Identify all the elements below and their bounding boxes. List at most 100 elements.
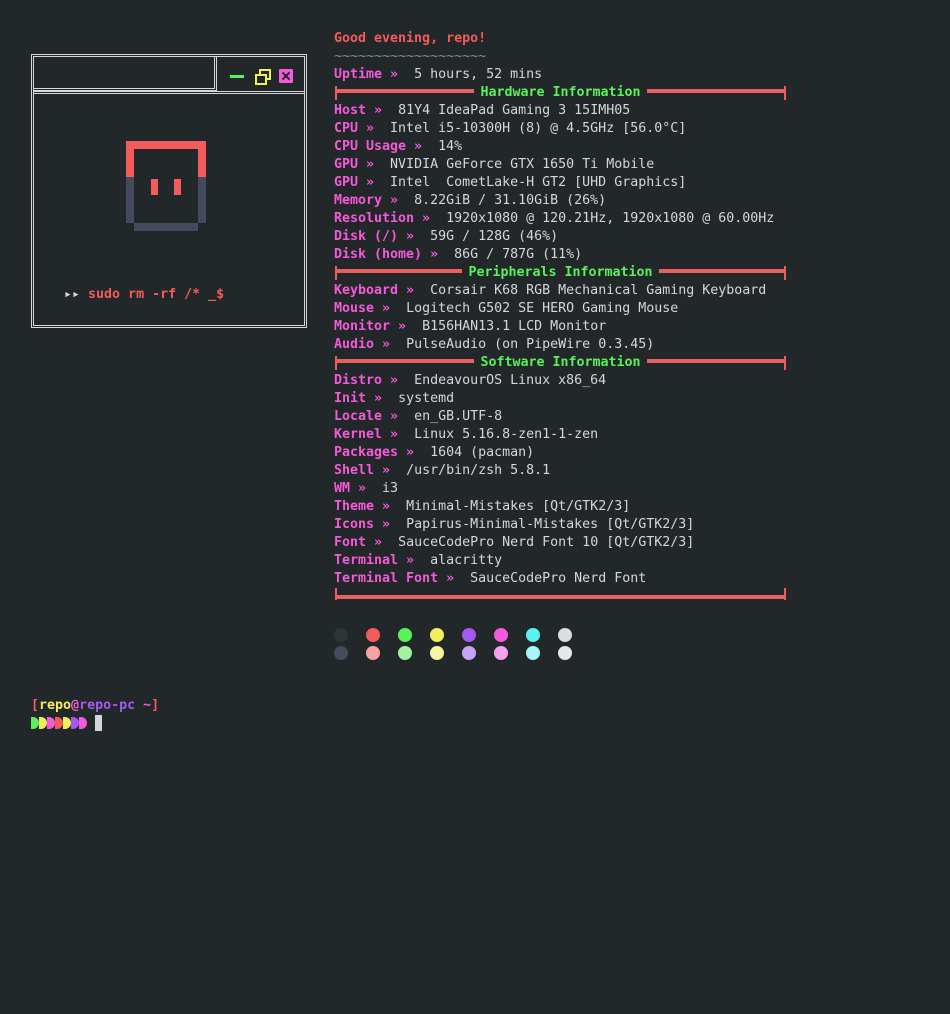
software-list: Distro » EndeavourOS Linux x86_64 Init » …: [334, 372, 794, 588]
section-header-hardware: Hardware Information: [334, 84, 787, 102]
info-value: 81Y4 IdeaPad Gaming 3 15IMH05: [398, 103, 631, 118]
info-row: Packages » 1604 (pacman): [334, 444, 794, 462]
palette-dot: [334, 628, 348, 642]
palette-dot: [430, 646, 444, 660]
info-row: GPU » Intel CometLake-H GT2 [UHD Graphic…: [334, 174, 794, 192]
info-row: Monitor » B156HAN13.1 LCD Monitor: [334, 318, 794, 336]
ghost-logo-icon: [126, 141, 206, 231]
prompt-chevron-icon: [31, 717, 39, 729]
palette-dot: [526, 646, 540, 660]
prompt-input-line[interactable]: [31, 714, 159, 732]
info-value: alacritty: [430, 553, 503, 568]
info-value: EndeavourOS Linux x86_64: [414, 373, 607, 388]
info-key: GPU »: [334, 157, 375, 172]
section-header-peripherals: Peripherals Information: [334, 264, 787, 282]
prompt-header: [repo@repo-pc ~]: [31, 698, 160, 713]
prompt-chevron-icon: [71, 717, 79, 729]
palette-dot: [494, 646, 508, 660]
palette-dot: [526, 628, 540, 642]
palette-dot: [494, 628, 508, 642]
prompt-chevron-icon: [63, 717, 71, 729]
maximize-icon: [255, 69, 271, 85]
greeting-divider: ~~~~~~~~~~~~~~~~~~~: [334, 49, 487, 64]
info-key: Font »: [334, 535, 383, 550]
info-row: Shell » /usr/bin/zsh 5.8.1: [334, 462, 794, 480]
info-value: 1920x1080 @ 120.21Hz, 1920x1080 @ 60.00H…: [446, 211, 775, 226]
info-value: SauceCodePro Nerd Font: [470, 571, 647, 586]
info-key: Mouse »: [334, 301, 391, 316]
info-row: Audio » PulseAudio (on PipeWire 0.3.45): [334, 336, 794, 354]
info-row: Theme » Minimal-Mistakes [Qt/GTK2/3]: [334, 498, 794, 516]
info-row: Font » SauceCodePro Nerd Font 10 [Qt/GTK…: [334, 534, 794, 552]
info-key: Disk (home) »: [334, 247, 439, 262]
palette-dot: [462, 646, 476, 660]
info-key: Shell »: [334, 463, 391, 478]
info-row: Keyboard » Corsair K68 RGB Mechanical Ga…: [334, 282, 794, 300]
info-key: Monitor »: [334, 319, 407, 334]
info-row: CPU » Intel i5-10300H (8) @ 4.5GHz [56.0…: [334, 120, 794, 138]
section-footer: [334, 588, 787, 606]
ascii-art-window: ▸▸ sudo rm -rf /* _$: [31, 54, 307, 328]
shell-prompt: [repo@repo-pc ~]: [31, 697, 159, 732]
greeting: Good evening, repo!: [334, 31, 487, 46]
info-value: 14%: [438, 139, 463, 154]
info-key: Terminal Font »: [334, 571, 455, 586]
peripherals-list: Keyboard » Corsair K68 RGB Mechanical Ga…: [334, 282, 794, 354]
info-value: Minimal-Mistakes [Qt/GTK2/3]: [406, 499, 631, 514]
info-row: Terminal Font » SauceCodePro Nerd Font: [334, 570, 794, 588]
info-value: en_GB.UTF-8: [414, 409, 503, 424]
palette-dot: [334, 646, 348, 660]
info-value: Intel CometLake-H GT2 [UHD Graphics]: [390, 175, 687, 190]
info-value: 86G / 787G (11%): [454, 247, 583, 262]
info-row: Disk (home) » 86G / 787G (11%): [334, 246, 794, 264]
info-row: Host » 81Y4 IdeaPad Gaming 3 15IMH05: [334, 102, 794, 120]
info-row: Kernel » Linux 5.16.8-zen1-1-zen: [334, 426, 794, 444]
info-key: CPU »: [334, 121, 375, 136]
palette-dot: [558, 628, 572, 642]
info-value: /usr/bin/zsh 5.8.1: [406, 463, 551, 478]
info-key: Kernel »: [334, 427, 399, 442]
info-value: Logitech G502 SE HERO Gaming Mouse: [406, 301, 679, 316]
info-key: Disk (/) »: [334, 229, 415, 244]
info-key: Init »: [334, 391, 383, 406]
hardware-list: Host » 81Y4 IdeaPad Gaming 3 15IMH05 CPU …: [334, 102, 794, 264]
palette-dot: [398, 646, 412, 660]
minimize-icon: [230, 69, 244, 83]
info-value: Papirus-Minimal-Mistakes [Qt/GTK2/3]: [406, 517, 695, 532]
info-value: 1604 (pacman): [430, 445, 535, 460]
palette-dot: [558, 646, 572, 660]
prompt-chevron-icon: [39, 717, 47, 729]
close-icon: [279, 69, 293, 83]
info-key: Terminal »: [334, 553, 415, 568]
info-row: Terminal » alacritty: [334, 552, 794, 570]
info-key: Icons »: [334, 517, 391, 532]
info-row: Memory » 8.22GiB / 31.10GiB (26%): [334, 192, 794, 210]
info-row: Resolution » 1920x1080 @ 120.21Hz, 1920x…: [334, 210, 794, 228]
prompt-chevron-icon: [79, 717, 87, 729]
info-key: Audio »: [334, 337, 391, 352]
info-row: Locale » en_GB.UTF-8: [334, 408, 794, 426]
info-value: Corsair K68 RGB Mechanical Gaming Keyboa…: [430, 283, 767, 298]
info-row: Mouse » Logitech G502 SE HERO Gaming Mou…: [334, 300, 794, 318]
info-value: SauceCodePro Nerd Font 10 [Qt/GTK2/3]: [398, 535, 695, 550]
terminal-cursor[interactable]: [95, 715, 102, 731]
prompt-chevron-icon: [55, 717, 63, 729]
info-row: Init » systemd: [334, 390, 794, 408]
info-row: GPU » NVIDIA GeForce GTX 1650 Ti Mobile: [334, 156, 794, 174]
art-command: ▸▸ sudo rm -rf /* _$: [64, 287, 225, 302]
system-info-panel: Good evening, repo! ~~~~~~~~~~~~~~~~~~~ …: [334, 30, 794, 606]
info-row: Disk (/) » 59G / 128G (46%): [334, 228, 794, 246]
palette-dot: [430, 628, 444, 642]
info-value: 8.22GiB / 31.10GiB (26%): [414, 193, 607, 208]
info-key: WM »: [334, 481, 367, 496]
info-key: CPU Usage »: [334, 139, 423, 154]
info-value: 59G / 128G (46%): [430, 229, 559, 244]
art-body: ▸▸ sudo rm -rf /* _$: [34, 91, 304, 325]
art-title-box: [34, 57, 217, 91]
palette-dot: [462, 628, 476, 642]
info-row: WM » i3: [334, 480, 794, 498]
info-key: Keyboard »: [334, 283, 415, 298]
info-key: Host »: [334, 103, 383, 118]
palette-dot: [366, 628, 380, 642]
palette-normal-row: [334, 626, 572, 644]
